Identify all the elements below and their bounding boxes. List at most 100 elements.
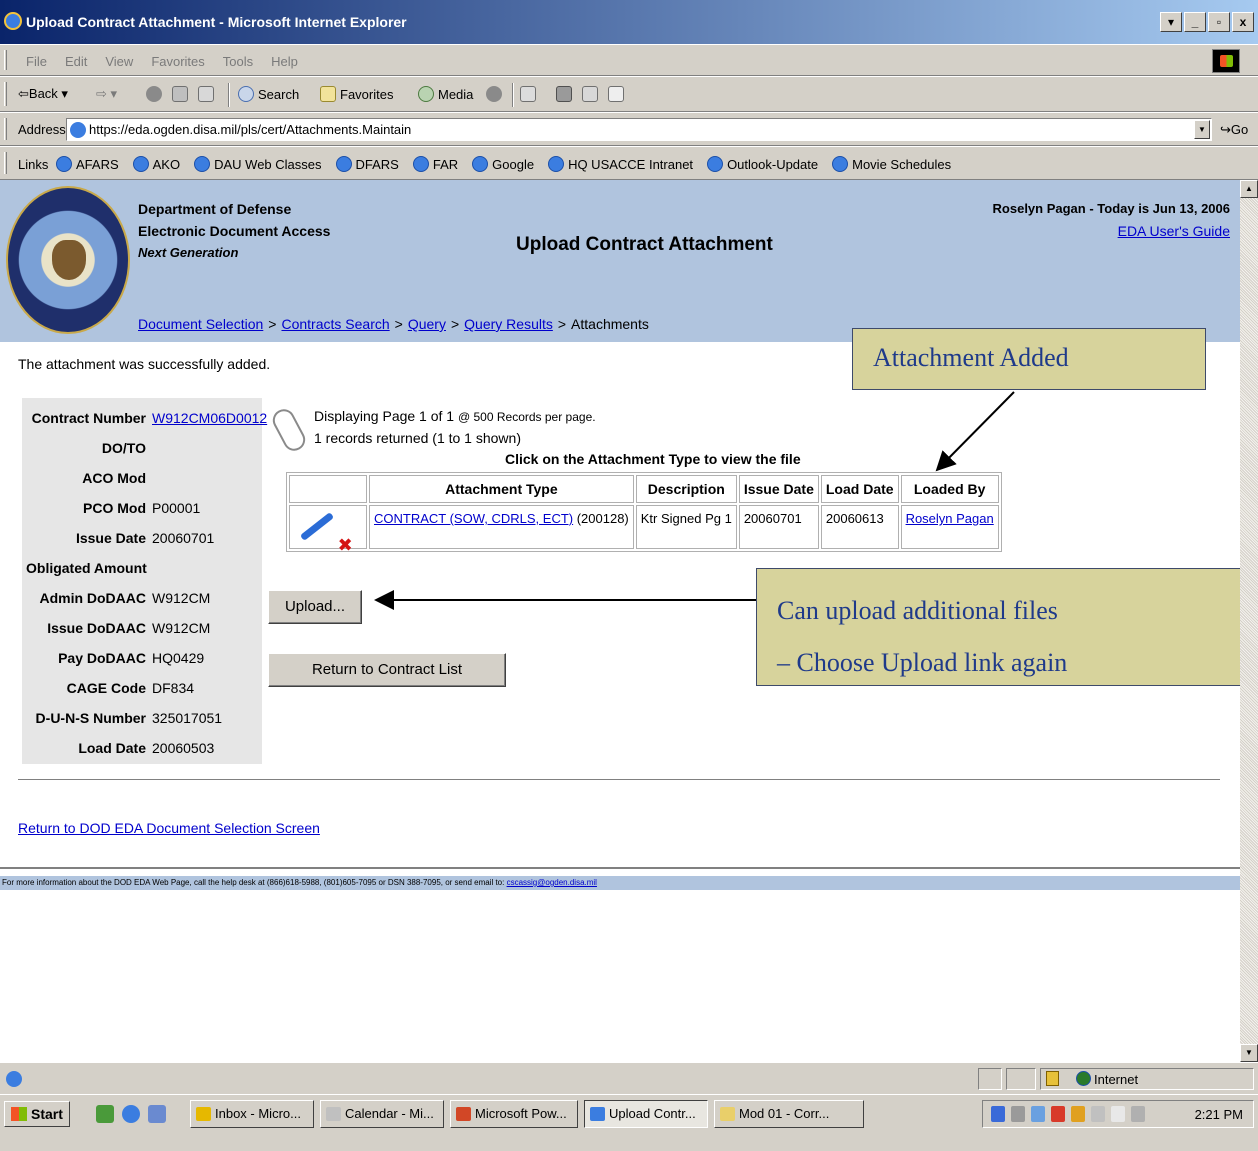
maximize-button[interactable]: ▫ bbox=[1208, 12, 1230, 32]
contract-number-link[interactable]: W912CM06D0012 bbox=[152, 410, 267, 426]
links-label: Links bbox=[18, 157, 49, 172]
start-button[interactable]: Start bbox=[4, 1101, 70, 1127]
col-issue-date: Issue Date bbox=[738, 475, 819, 503]
menu-tools[interactable]: Tools bbox=[223, 54, 253, 69]
info-label: Pay DoDAAC bbox=[58, 650, 146, 666]
link-outlook-update[interactable]: Outlook-Update bbox=[707, 156, 818, 172]
link-label: FAR bbox=[432, 156, 459, 172]
link-label: Google bbox=[492, 156, 535, 172]
link-movie-schedules[interactable]: Movie Schedules bbox=[832, 156, 951, 172]
actions-cell: ✖ bbox=[289, 505, 367, 555]
back-button[interactable]: ⇦Back ▾ bbox=[18, 86, 68, 102]
menu-favorites[interactable]: Favorites bbox=[151, 54, 204, 69]
info-label: Obligated Amount bbox=[26, 560, 147, 576]
task-inbox[interactable]: Inbox - Micro... bbox=[190, 1100, 314, 1128]
minimize-button[interactable]: _ bbox=[1184, 12, 1206, 32]
volume-icon[interactable] bbox=[1011, 1106, 1025, 1122]
edit-page-icon bbox=[582, 86, 598, 102]
window-dropdown-button[interactable]: ▾ bbox=[1160, 12, 1182, 32]
col-attachment-type: Attachment Type bbox=[369, 475, 634, 503]
favorites-label: Favorites bbox=[340, 86, 394, 102]
forward-button[interactable]: ⇨ ▾ bbox=[96, 86, 117, 102]
refresh-icon bbox=[172, 86, 188, 102]
ie-status-icon bbox=[6, 1071, 22, 1087]
vertical-scrollbar[interactable]: ▲ ▼ bbox=[1240, 180, 1258, 1062]
search-button[interactable]: Search bbox=[238, 86, 299, 102]
clock: 2:21 PM bbox=[1194, 1107, 1243, 1122]
go-button[interactable]: ↪Go bbox=[1220, 122, 1248, 138]
delete-icon[interactable]: ✖ bbox=[338, 535, 353, 555]
users-guide-link[interactable]: EDA User's Guide bbox=[1118, 223, 1230, 239]
address-dropdown-icon[interactable]: ▼ bbox=[1194, 120, 1210, 139]
print-icon bbox=[556, 86, 572, 102]
scroll-down-icon[interactable]: ▼ bbox=[1240, 1044, 1258, 1062]
ie-quicklaunch-icon[interactable] bbox=[122, 1105, 140, 1123]
task-powerpoint[interactable]: Microsoft Pow... bbox=[450, 1100, 578, 1128]
footer-email-link[interactable]: cscassig@ogden.disa.mil bbox=[507, 878, 597, 887]
link-label: HQ USACCE Intranet bbox=[568, 156, 694, 172]
return-to-document-selection-link[interactable]: Return to DOD EDA Document Selection Scr… bbox=[18, 820, 320, 836]
breadcrumb-contracts-search[interactable]: Contracts Search bbox=[281, 316, 389, 332]
attachment-type-link[interactable]: CONTRACT (SOW, CDRLS, ECT) bbox=[374, 511, 573, 526]
breadcrumb-document-selection[interactable]: Document Selection bbox=[138, 316, 263, 332]
favorites-button[interactable]: Favorites bbox=[320, 86, 393, 102]
home-button[interactable] bbox=[198, 86, 214, 102]
menu-edit[interactable]: Edit bbox=[65, 54, 87, 69]
breadcrumb-query-results[interactable]: Query Results bbox=[464, 316, 553, 332]
link-dfars[interactable]: DFARS bbox=[335, 156, 399, 172]
connection-icon[interactable] bbox=[1091, 1106, 1105, 1122]
edit-button[interactable] bbox=[582, 86, 598, 102]
menu-view[interactable]: View bbox=[105, 54, 133, 69]
info-cage-code: CAGE Code DF834 bbox=[22, 680, 262, 710]
col-loaded-by: Loaded By bbox=[900, 475, 999, 503]
toolbar-grip bbox=[4, 82, 7, 106]
menu-file[interactable]: File bbox=[26, 54, 47, 69]
info-issue-dodaac: Issue DoDAAC W912CM bbox=[22, 620, 262, 650]
stop-button[interactable] bbox=[146, 86, 162, 102]
upload-button[interactable]: Upload... bbox=[268, 590, 362, 624]
link-far[interactable]: FAR bbox=[412, 156, 459, 172]
address-input[interactable]: https://eda.ogden.disa.mil/pls/cert/Atta… bbox=[66, 118, 1212, 141]
loaded-by-link[interactable]: Roselyn Pagan bbox=[906, 511, 994, 526]
col-actions bbox=[289, 475, 367, 503]
discuss-button[interactable] bbox=[608, 86, 624, 102]
system-tray: 2:21 PM bbox=[982, 1100, 1254, 1128]
mail-button[interactable] bbox=[520, 86, 536, 102]
outlook-quicklaunch-icon[interactable] bbox=[148, 1105, 166, 1123]
return-to-contract-list-button[interactable]: Return to Contract List bbox=[268, 653, 506, 687]
ie-icon bbox=[4, 12, 22, 30]
link-hq-usacce-intranet[interactable]: HQ USACCE Intranet bbox=[548, 156, 693, 172]
messenger-icon[interactable] bbox=[1031, 1106, 1045, 1122]
info-pco-mod: PCO Mod P00001 bbox=[22, 500, 262, 530]
antivirus-icon[interactable] bbox=[1051, 1106, 1065, 1122]
info-contract-number: Contract Number W912CM06D0012 bbox=[22, 410, 268, 440]
task-mod-01[interactable]: Mod 01 - Corr... bbox=[714, 1100, 864, 1128]
refresh-button[interactable] bbox=[172, 86, 188, 102]
breadcrumb-attachments: Attachments bbox=[571, 316, 649, 332]
ie-page-icon bbox=[194, 156, 211, 172]
link-afars[interactable]: AFARS bbox=[56, 156, 119, 172]
status-bar: Internet bbox=[0, 1062, 1258, 1094]
pen-icon[interactable] bbox=[294, 511, 334, 541]
show-desktop-icon[interactable] bbox=[96, 1105, 114, 1123]
close-button[interactable]: x bbox=[1232, 12, 1254, 32]
breadcrumb-query[interactable]: Query bbox=[408, 316, 446, 332]
link-google[interactable]: Google bbox=[472, 156, 534, 172]
org-block: Department of Defense Electronic Documen… bbox=[138, 198, 330, 264]
menu-help[interactable]: Help bbox=[271, 54, 298, 69]
history-button[interactable] bbox=[486, 86, 502, 102]
link-dau-web-classes[interactable]: DAU Web Classes bbox=[194, 156, 322, 172]
scroll-up-icon[interactable]: ▲ bbox=[1240, 180, 1258, 198]
notes-icon[interactable] bbox=[1111, 1106, 1125, 1122]
printer-tray-icon[interactable] bbox=[1131, 1106, 1145, 1122]
media-button[interactable]: Media bbox=[418, 86, 473, 102]
print-button[interactable] bbox=[556, 86, 572, 102]
info-value: HQ0429 bbox=[152, 650, 205, 666]
ie-page-icon bbox=[472, 156, 489, 172]
breadcrumb: Document Selection > Contracts Search > Quer… bbox=[138, 316, 649, 332]
update-icon[interactable] bbox=[1071, 1106, 1085, 1122]
network-icon[interactable] bbox=[991, 1106, 1005, 1122]
task-upload-contract[interactable]: Upload Contr... bbox=[584, 1100, 708, 1128]
link-ako[interactable]: AKO bbox=[132, 156, 180, 172]
task-calendar[interactable]: Calendar - Mi... bbox=[320, 1100, 444, 1128]
